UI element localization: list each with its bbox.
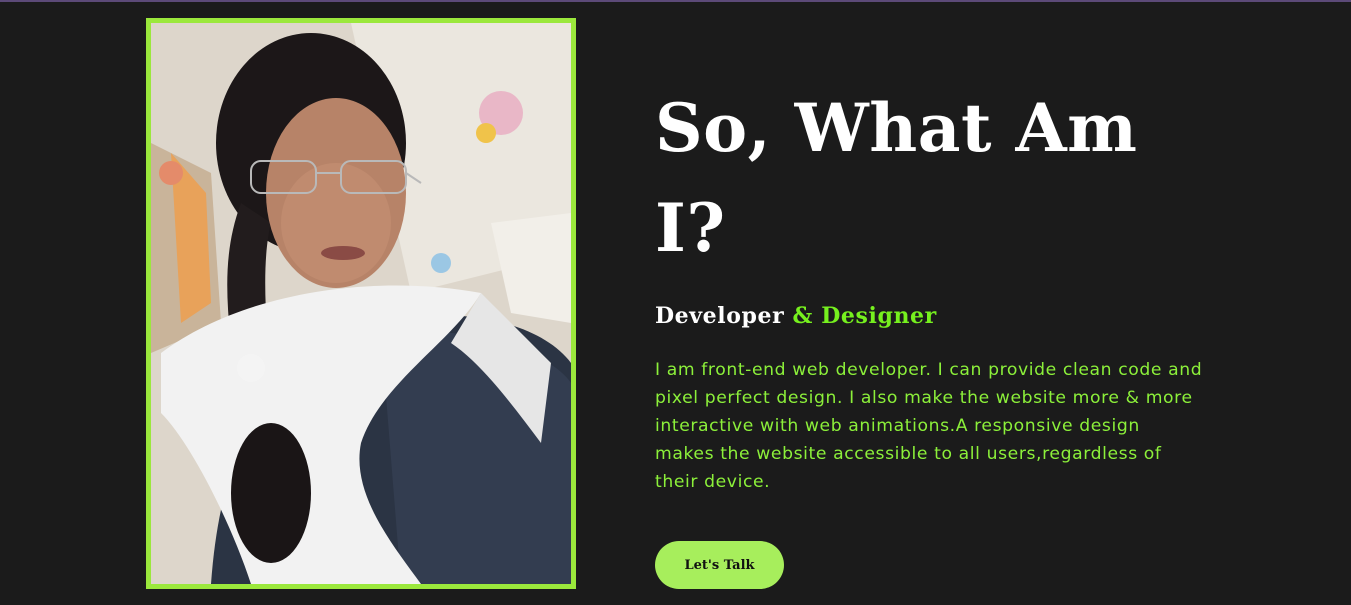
about-description: I am front-end web developer. I can prov… xyxy=(655,360,1203,492)
page-title: So, What Am I? xyxy=(655,89,1138,267)
lets-talk-button[interactable]: Let's Talk xyxy=(655,541,784,589)
profile-photo-illustration xyxy=(151,23,571,584)
top-divider xyxy=(0,0,1351,2)
role-designer: & Designer xyxy=(792,303,937,329)
role-developer: Developer xyxy=(655,303,785,329)
profile-photo xyxy=(146,18,576,589)
role-subtitle: Developer & Designer xyxy=(655,300,937,332)
